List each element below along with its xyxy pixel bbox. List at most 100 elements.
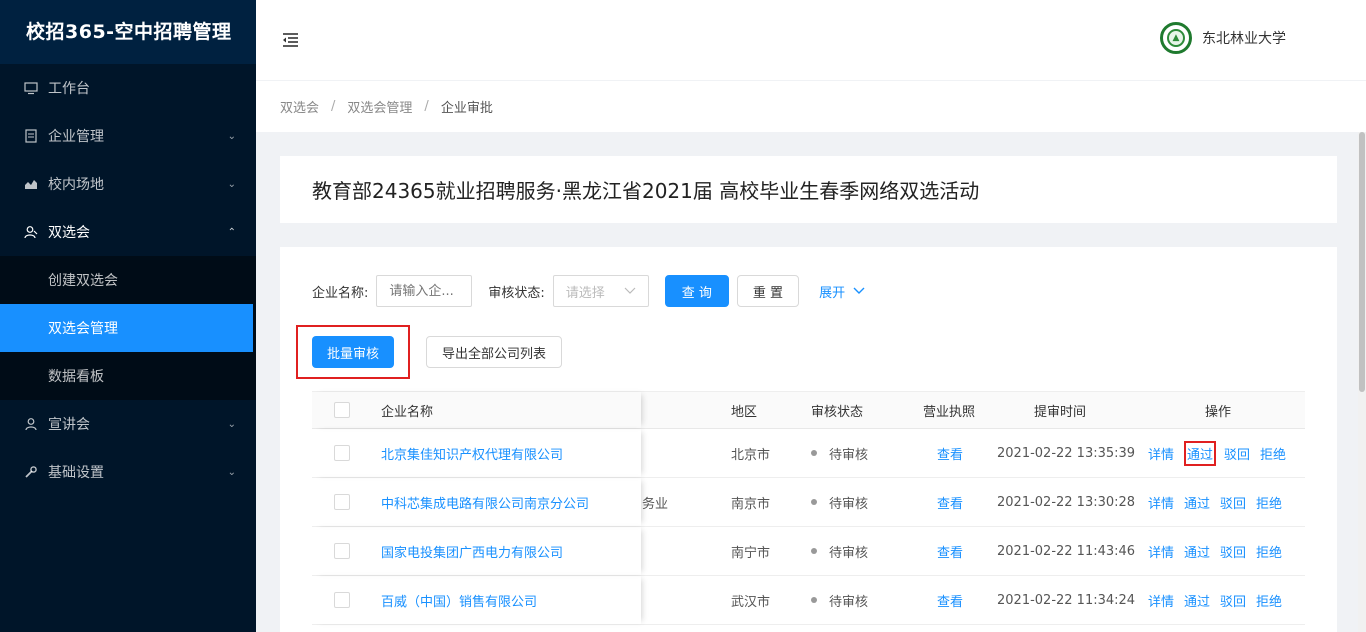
view-license-link[interactable]: 查看	[937, 527, 963, 575]
col-header-status: 审核状态	[811, 404, 864, 420]
status-cell: 待审核	[811, 429, 868, 477]
return-link[interactable]: 驳回	[1220, 591, 1246, 610]
status-dot	[811, 499, 817, 505]
row-checkbox[interactable]	[334, 445, 350, 461]
company-table: 企业名称 地区 审核状态 营业执照 提审时间 操作 北京集佳知识产权代理有限公司…	[312, 391, 1305, 625]
status-select[interactable]: 请选择	[552, 275, 649, 307]
submit-time-cell: 2021-02-22 13:30:28	[997, 494, 1136, 510]
company-name-link[interactable]: 百威（中国）销售有限公司	[381, 576, 537, 624]
batch-review-button[interactable]: 批量审核	[312, 336, 395, 368]
return-link[interactable]: 驳回	[1220, 542, 1246, 561]
refuse-link[interactable]: 拒绝	[1256, 493, 1282, 512]
main-card: 企业名称: 审核状态: 请选择 查 询 重 置 展开 批量审核 导出全部公司列表…	[280, 247, 1337, 632]
col-header-time: 提审时间	[1034, 404, 1087, 420]
chevron-down-icon: ⌄	[227, 178, 236, 190]
sidebar-item-label: 基础设置	[48, 465, 104, 481]
view-license-link[interactable]: 查看	[937, 429, 963, 477]
chevron-down-icon: ⌄	[227, 418, 236, 430]
refuse-link[interactable]: 拒绝	[1260, 444, 1286, 463]
company-name-link[interactable]: 中科芯集成电路有限公司南京分公司	[381, 478, 589, 526]
select-all-checkbox[interactable]	[334, 402, 350, 418]
approve-link[interactable]: 通过	[1184, 440, 1217, 466]
sidebar-item-venue[interactable]: 校内场地 ⌄	[0, 160, 256, 208]
chevron-down-icon: ⌄	[227, 130, 236, 142]
breadcrumb-separator: /	[331, 99, 336, 114]
status-text: 待审核	[829, 594, 869, 610]
status-filter-label: 审核状态:	[488, 285, 545, 301]
query-button[interactable]: 查 询	[664, 275, 729, 307]
top-header: ▲ 东北林业大学	[256, 0, 1366, 80]
sidebar-item-label: 创建双选会	[48, 273, 118, 289]
return-link[interactable]: 驳回	[1220, 493, 1246, 512]
sidebar-item-label: 校内场地	[48, 177, 104, 193]
export-company-list-button[interactable]: 导出全部公司列表	[426, 336, 563, 368]
tool-icon	[24, 465, 38, 479]
sidebar-subitem-dashboard[interactable]: 数据看板	[0, 352, 256, 400]
company-name-input[interactable]	[376, 275, 473, 307]
sidebar-item-label: 企业管理	[48, 129, 104, 145]
view-license-link[interactable]: 查看	[937, 478, 963, 526]
sidebar-item-label: 工作台	[48, 81, 90, 97]
company-name-link[interactable]: 北京集佳知识产权代理有限公司	[381, 429, 563, 477]
sidebar: 校招365-空中招聘管理 工作台 企业管理 ⌄ 校内场地 ⌄ 双选会 ⌃ 创建双…	[0, 0, 256, 632]
col-header-license: 营业执照	[923, 404, 976, 420]
vertical-scrollbar[interactable]	[1358, 132, 1366, 632]
row-checkbox[interactable]	[334, 592, 350, 608]
sidebar-item-company[interactable]: 企业管理 ⌄	[0, 112, 256, 160]
sidebar-subitem-create-jobfair[interactable]: 创建双选会	[0, 256, 256, 304]
refuse-link[interactable]: 拒绝	[1256, 542, 1282, 561]
menu-fold-icon[interactable]	[280, 30, 300, 50]
sidebar-item-settings[interactable]: 基础设置 ⌄	[0, 448, 256, 496]
status-dot	[811, 548, 817, 554]
detail-link[interactable]: 详情	[1148, 444, 1174, 463]
status-cell: 待审核	[811, 576, 868, 624]
chevron-down-icon	[624, 285, 636, 298]
region-cell: 南京市	[731, 496, 771, 512]
region-cell: 武汉市	[731, 594, 771, 610]
team-icon	[24, 225, 38, 239]
sidebar-item-seminar[interactable]: 宣讲会 ⌄	[0, 400, 256, 448]
table-row: 北京集佳知识产权代理有限公司 北京市 待审核 查看 2021-02-22 13:…	[312, 429, 1305, 478]
row-checkbox[interactable]	[334, 494, 350, 510]
page-title: 教育部24365就业招聘服务·黑龙江省2021届 高校毕业生春季网络双选活动	[312, 179, 980, 203]
detail-link[interactable]: 详情	[1148, 542, 1174, 561]
expand-toggle[interactable]: 展开	[819, 282, 865, 301]
row-actions: 详情 通过 驳回 拒绝	[1148, 576, 1292, 624]
filter-bar: 企业名称: 审核状态: 请选择 查 询 重 置 展开	[312, 275, 865, 307]
sidebar-item-jobfair[interactable]: 双选会 ⌃	[0, 208, 256, 256]
form-icon	[24, 129, 38, 143]
sidebar-subitem-jobfair-manage[interactable]: 双选会管理	[0, 304, 253, 352]
table-row: 国家电投集团广西电力有限公司 南宁市 待审核 查看 2021-02-22 11:…	[312, 527, 1305, 576]
batch-review-highlight: 批量审核	[296, 325, 411, 379]
company-name-link[interactable]: 国家电投集团广西电力有限公司	[381, 527, 563, 575]
scrollbar-thumb[interactable]	[1359, 132, 1365, 392]
action-bar: 批量审核 导出全部公司列表	[296, 325, 563, 379]
breadcrumb: 双选会 / 双选会管理 / 企业审批	[256, 81, 1366, 132]
approve-link[interactable]: 通过	[1184, 542, 1210, 561]
school-info[interactable]: ▲ 东北林业大学	[1160, 22, 1286, 54]
col-header-region: 地区	[731, 404, 758, 420]
status-cell: 待审核	[811, 478, 868, 526]
breadcrumb-separator: /	[424, 99, 429, 114]
breadcrumb-item[interactable]: 双选会	[280, 97, 319, 116]
submit-time-cell: 2021-02-22 11:43:46	[997, 543, 1136, 559]
reset-button[interactable]: 重 置	[736, 275, 800, 307]
row-checkbox[interactable]	[334, 543, 350, 559]
refuse-link[interactable]: 拒绝	[1256, 591, 1282, 610]
approve-link[interactable]: 通过	[1184, 493, 1210, 512]
sidebar-item-workbench[interactable]: 工作台	[0, 64, 256, 112]
return-link[interactable]: 驳回	[1224, 444, 1250, 463]
approve-link[interactable]: 通过	[1184, 591, 1210, 610]
status-select-placeholder: 请选择	[565, 285, 605, 301]
view-license-link[interactable]: 查看	[937, 576, 963, 624]
chevron-down-icon: ⌄	[227, 466, 236, 478]
area-chart-icon	[24, 177, 38, 191]
detail-link[interactable]: 详情	[1148, 591, 1174, 610]
breadcrumb-item[interactable]: 双选会管理	[347, 97, 412, 116]
submit-time-cell: 2021-02-22 13:35:39	[997, 445, 1136, 461]
detail-link[interactable]: 详情	[1148, 493, 1174, 512]
monitor-icon	[24, 81, 38, 95]
submit-time-cell: 2021-02-22 11:34:24	[997, 592, 1136, 608]
chevron-down-icon	[853, 287, 865, 295]
table-row: 中科芯集成电路有限公司南京分公司 务业 南京市 待审核 查看 2021-02-2…	[312, 478, 1305, 527]
